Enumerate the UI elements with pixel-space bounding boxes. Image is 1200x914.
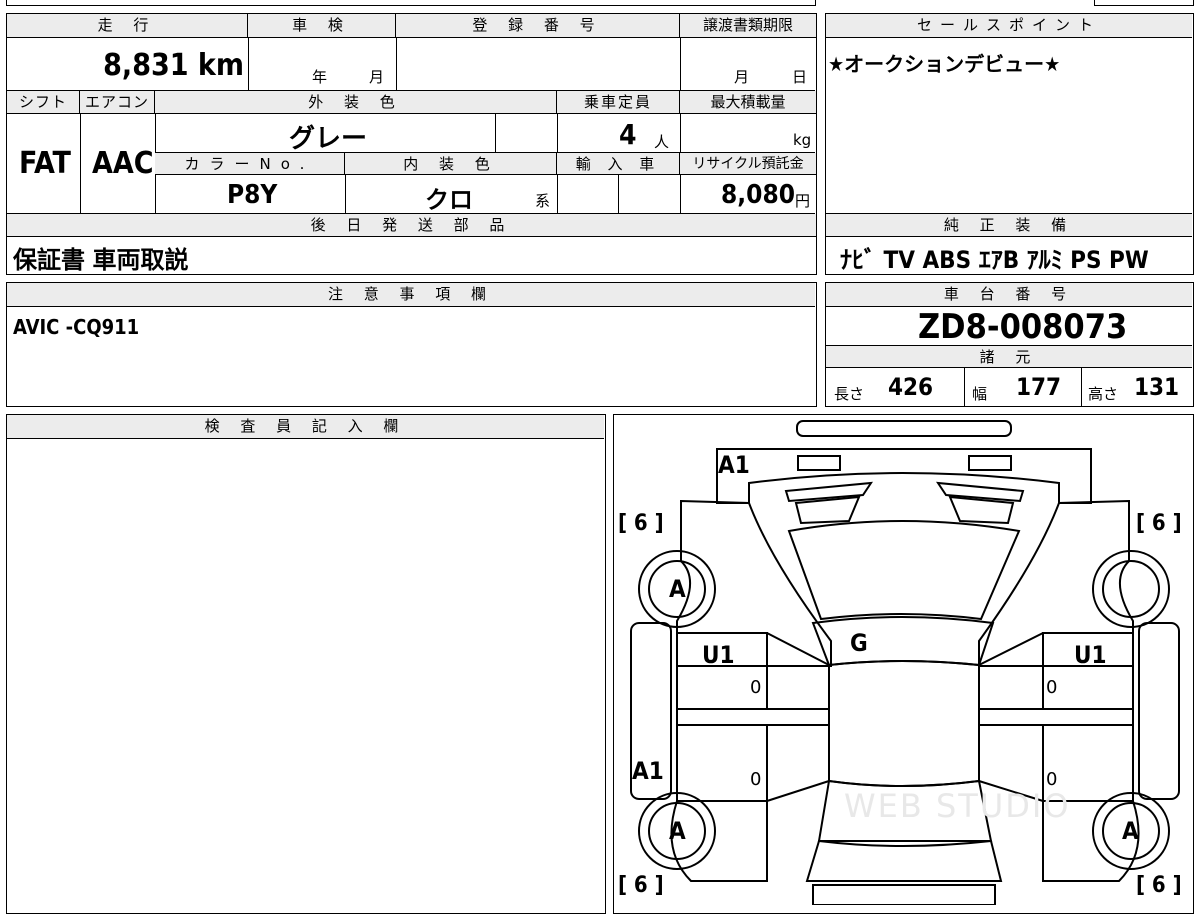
- notes-value: AVIC -CQ911: [13, 315, 140, 339]
- mark-zone-1: 0: [750, 677, 762, 698]
- interior-color-suffix: 系: [535, 192, 551, 210]
- mileage-value: 8,831 km: [103, 48, 244, 83]
- mark-tire-front-left: [ 6 ]: [618, 511, 664, 536]
- transfer-day-unit: 日: [792, 68, 808, 86]
- recycle-value: 8,080: [721, 180, 795, 210]
- mark-wheel-rear-left: A: [669, 817, 686, 845]
- mark-wheel-rear-right: A: [1122, 817, 1139, 845]
- later-parts-value: 保証書 車両取説: [13, 246, 189, 274]
- equipment-header: 純 正 装 備: [826, 214, 1192, 237]
- inspector-header: 検 査 員 記 入 欄: [7, 415, 604, 439]
- exterior-color-value: グレー: [289, 124, 368, 154]
- mark-door-left: U1: [702, 641, 735, 669]
- specs-length-value: 426: [888, 373, 934, 401]
- capacity-unit: 人: [654, 133, 670, 151]
- aircon-header: エアコン: [80, 91, 155, 114]
- sales-point-box: セールスポイント ★オークションデビュー★ 純 正 装 備 ﾅﾋﾞ TV ABS…: [825, 13, 1194, 275]
- later-parts-header: 後 日 発 送 部 品: [7, 214, 816, 237]
- transfer-deadline-header: 譲渡書類期限: [680, 14, 816, 38]
- car-diagram: A1 [ 6 ] [ 6 ] A G U1 U1 0 0 A1 0 0 A A …: [613, 414, 1194, 914]
- mileage-header: 走 行: [7, 14, 248, 38]
- recycle-unit: 円: [795, 192, 811, 210]
- inspection-month-unit: 月: [369, 68, 385, 86]
- chassis-value: ZD8-008073: [918, 307, 1128, 347]
- inspection-year-unit: 年: [312, 68, 328, 86]
- max-load-header: 最大積載量: [680, 91, 816, 114]
- mark-zone-3: 0: [750, 769, 762, 790]
- max-load-unit: kg: [793, 131, 812, 149]
- mark-tire-front-right: [ 6 ]: [1136, 511, 1182, 536]
- mark-wheel-front-left: A: [669, 575, 686, 603]
- specs-height-value: 131: [1134, 373, 1180, 401]
- shift-value: FAT: [19, 146, 71, 181]
- mark-tire-rear-right: [ 6 ]: [1136, 873, 1182, 898]
- watermark: WEB STUDIO: [844, 787, 1071, 825]
- exterior-color-header: 外 装 色: [155, 91, 557, 114]
- notes-box: 注 意 事 項 欄 AVIC -CQ911: [6, 282, 817, 407]
- chassis-box: 車 台 番 号 ZD8-008073 諸 元 長さ 426 幅 177 高さ 1…: [825, 282, 1194, 407]
- shift-header: シフト: [7, 91, 80, 114]
- mark-tire-rear-left: [ 6 ]: [618, 873, 664, 898]
- top-strip-right: [1094, 0, 1194, 6]
- color-no-header: カラーNo.: [155, 153, 345, 175]
- transfer-month-unit: 月: [734, 68, 750, 86]
- sales-point-value: ★オークションデビュー★: [828, 52, 1061, 76]
- specs-header: 諸 元: [826, 346, 1192, 368]
- registration-header: 登 録 番 号: [396, 14, 680, 38]
- top-strip: [6, 0, 816, 6]
- mark-zone-2: 0: [1046, 677, 1058, 698]
- capacity-value: 4: [619, 118, 637, 151]
- aircon-value: AAC: [92, 146, 154, 181]
- import-header: 輸 入 車: [557, 153, 680, 175]
- interior-color-header: 内 装 色: [345, 153, 557, 175]
- chassis-header: 車 台 番 号: [826, 283, 1192, 307]
- equipment-value: ﾅﾋﾞ TV ABS ｴｱB ｱﾙﾐ PS PW: [840, 246, 1149, 274]
- vehicle-info-table: 走 行 車 検 登 録 番 号 譲渡書類期限 8,831 km 年 月 月 日 …: [6, 13, 817, 275]
- specs-length-label: 長さ: [834, 385, 865, 403]
- notes-header: 注 意 事 項 欄: [7, 283, 815, 307]
- mark-door-right: U1: [1074, 641, 1107, 669]
- inspection-header: 車 検: [248, 14, 396, 38]
- specs-width-value: 177: [1016, 373, 1062, 401]
- mark-front-bumper: A1: [718, 451, 750, 479]
- color-no-value: P8Y: [227, 180, 278, 210]
- specs-width-label: 幅: [972, 385, 988, 403]
- recycle-header: リサイクル預託金: [680, 153, 816, 175]
- capacity-header: 乗車定員: [557, 91, 680, 114]
- mark-rocker-left: A1: [632, 757, 664, 785]
- mark-windshield: G: [850, 629, 868, 657]
- interior-color-value: クロ: [425, 186, 473, 214]
- inspector-box: 検 査 員 記 入 欄: [6, 414, 606, 914]
- specs-height-label: 高さ: [1088, 385, 1119, 403]
- sales-point-header: セールスポイント: [826, 14, 1192, 38]
